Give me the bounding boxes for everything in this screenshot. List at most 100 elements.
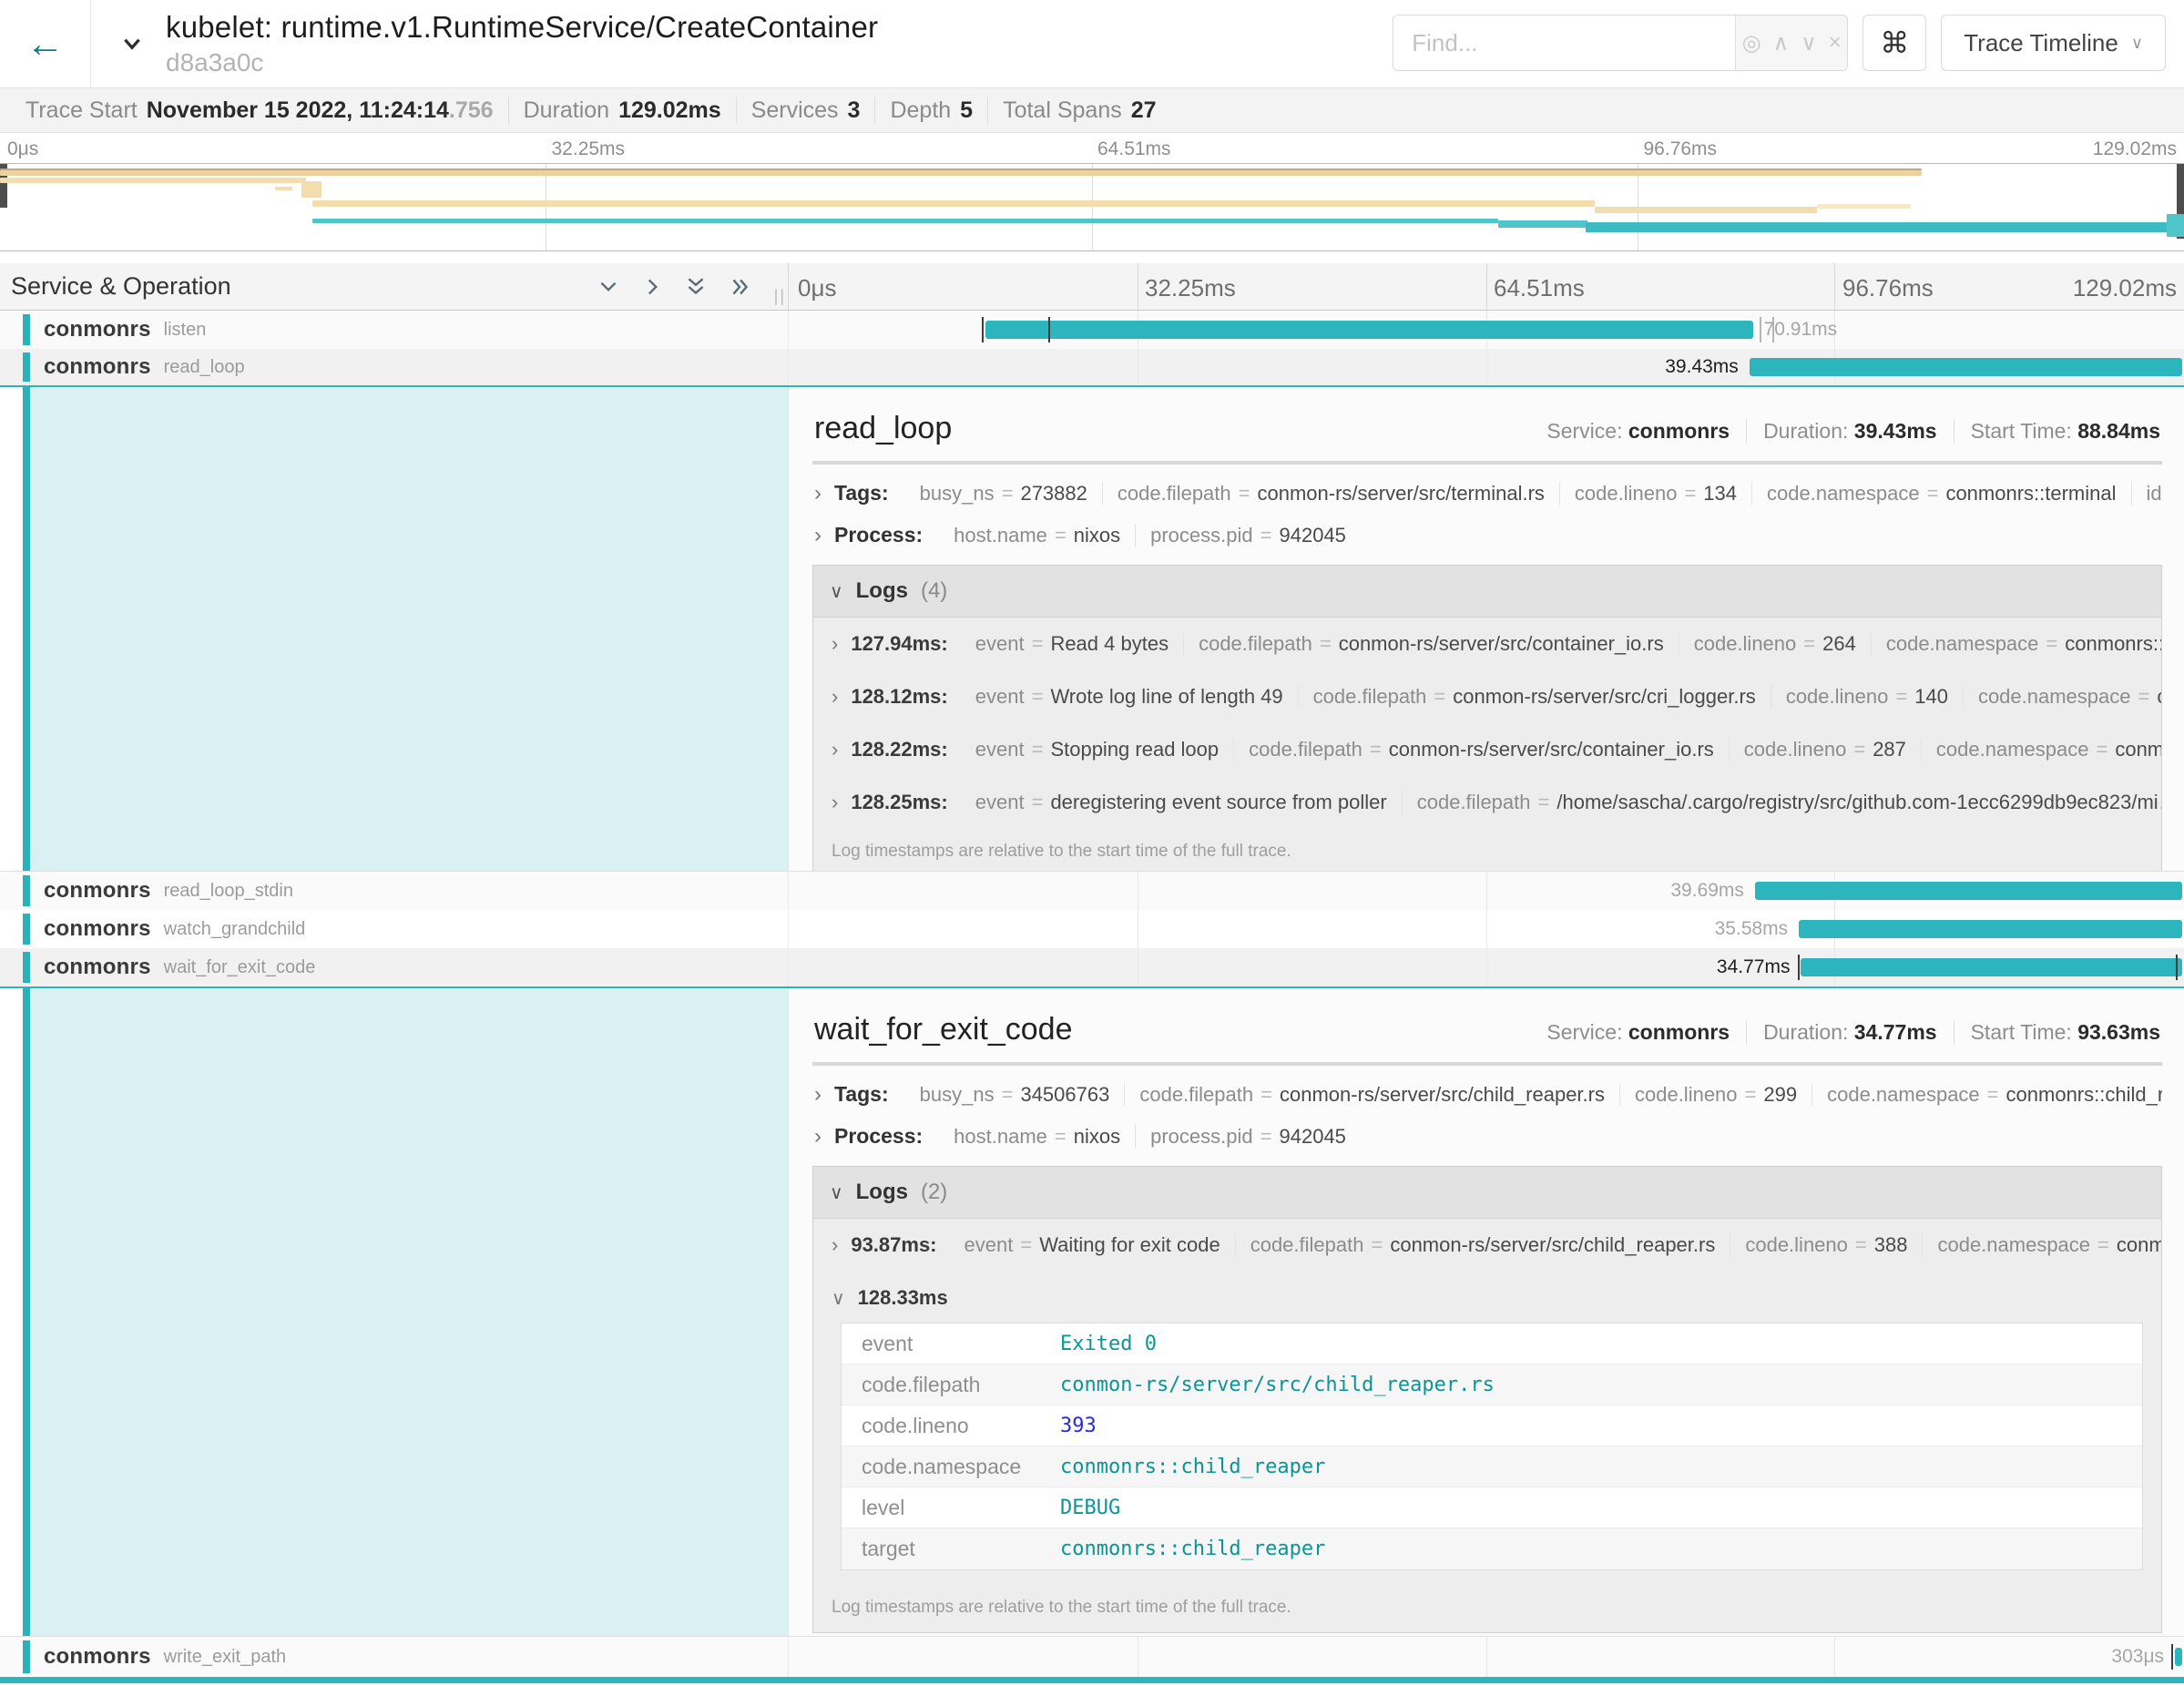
expand-one-icon[interactable] [640,275,664,299]
minimap-axis: 0μs 32.25ms 64.51ms 96.76ms 129.02ms [0,133,2184,163]
chevron-down-icon [830,578,843,604]
back-button[interactable]: ← [0,0,91,87]
span-label-watch-grandchild[interactable]: conmonrs watch_grandchild [0,910,789,948]
view-select-dropdown[interactable]: Trace Timeline ∨ [1941,15,2166,71]
service-color-bar [23,914,30,945]
service-color-bar [23,314,30,345]
expand-all-icon[interactable] [728,275,751,299]
log-entry[interactable]: 128.25ms: eventderegistering event sourc… [813,776,2161,829]
logs-section: Logs(2) 93.87ms: eventWaiting for exit c… [812,1166,2162,1633]
chevron-right-icon [832,738,838,761]
span-bar-read-loop-stdin[interactable]: 39.69ms [789,872,2184,910]
span-bar-listen[interactable]: 70.91ms [789,311,2184,349]
command-icon: ⌘ [1880,26,1909,60]
table-row: code.namespace conmonrs::child_reaper [842,1446,2142,1487]
service-name: conmonrs [44,1644,151,1670]
table-row: code.filepath conmon-rs/server/src/child… [842,1364,2142,1405]
trace-total-spans: Total Spans27 [988,97,1170,124]
trace-minimap[interactable] [0,163,2184,251]
detail-title: wait_for_exit_code [814,1012,1073,1047]
process-toggle[interactable]: Process: host.namenixos process.pid94204… [814,523,2162,548]
prev-result-icon[interactable]: ∧ [1773,30,1790,56]
trace-duration: Duration129.02ms [509,97,737,124]
chevron-right-icon [832,1233,838,1257]
span-label-write-exit-path[interactable]: conmonrs write_exit_path [0,1637,789,1677]
view-select-label: Trace Timeline [1964,29,2118,57]
tags-toggle[interactable]: Tags: busy_ns34506763 code.filepathconmo… [814,1082,2162,1108]
detail-title: read_loop [814,411,952,446]
table-row: code.lineno 393 [842,1405,2142,1446]
table-row: level DEBUG [842,1487,2142,1528]
chevron-down-icon [830,1180,843,1205]
chevron-right-icon [814,481,822,506]
service-name: conmonrs [44,878,151,904]
span-row-read-loop-stdin: conmonrs read_loop_stdin 39.69ms [0,872,2184,910]
log-entry[interactable]: 127.94ms: eventRead 4 bytes code.filepat… [813,618,2161,670]
find-input[interactable] [1393,15,1735,70]
process-toggle[interactable]: Process: host.namenixos process.pid94204… [814,1124,2162,1150]
chevron-down-icon [117,32,148,56]
trace-timeline-page: ← kubelet: runtime.v1.RuntimeService/Cre… [0,0,2184,1686]
span-label-read-loop-stdin[interactable]: conmonrs read_loop_stdin [0,872,789,910]
chevron-down-icon [832,1286,845,1310]
logs-footnote: Log timestamps are relative to the start… [813,829,2161,871]
trace-id-short: d8a3a0c [166,48,878,77]
span-row-wait-for-exit-code: conmonrs wait_for_exit_code 34.77ms [0,948,2184,988]
collapse-all-icon[interactable] [684,275,708,299]
chevron-right-icon [814,1082,822,1108]
column-resize-handle[interactable]: || [774,287,786,306]
logs-toggle[interactable]: Logs(2) [813,1167,2161,1219]
find-tools: ◎ ∧ ∨ × [1735,15,1847,70]
table-row: event Exited 0 [842,1323,2142,1364]
service-color-bar [23,1640,30,1673]
span-bar-wait-for-exit-code[interactable]: 34.77ms [789,948,2184,986]
log-entry[interactable]: 128.12ms: eventWrote log line of length … [813,670,2161,723]
log-entry-expanded[interactable]: 128.33ms [813,1272,2161,1313]
tags-toggle[interactable]: Tags: busy_ns273882 code.filepathconmon-… [814,481,2162,506]
span-label-wait-for-exit-code[interactable]: conmonrs wait_for_exit_code [0,948,789,986]
operation-name: read_loop_stdin [164,881,293,902]
timeline-grid-header: Service & Operation || 0μs 32.25ms 64.51… [0,263,2184,311]
span-detail-read-loop: read_loop Service: conmonrs Duration: 39… [0,387,2184,872]
service-color-bar [23,387,30,871]
log-entry[interactable]: 128.22ms: eventStopping read loop code.f… [813,723,2161,776]
timeline-axis: 0μs 32.25ms 64.51ms 96.76ms 129.02ms [789,263,2184,310]
trace-title-expander[interactable] [117,32,148,56]
service-color-bar [23,353,30,382]
operation-name: read_loop [164,357,245,378]
trace-start: Trace Start November 15 2022, 11:24:14.7… [11,97,509,124]
service-name: conmonrs [44,354,151,380]
expanded-span-highlight [30,387,788,871]
logs-section: Logs(4) 127.94ms: eventRead 4 bytes code… [812,565,2162,871]
span-bar-read-loop[interactable]: 39.43ms [789,349,2184,385]
span-label-read-loop[interactable]: conmonrs read_loop [0,349,789,385]
match-count-icon[interactable]: ◎ [1742,30,1761,56]
service-color-bar [23,988,30,1636]
next-result-icon[interactable]: ∨ [1801,30,1817,56]
log-entry[interactable]: 93.87ms: eventWaiting for exit code code… [813,1219,2161,1272]
operation-name: write_exit_path [164,1647,287,1668]
service-name: conmonrs [44,916,151,942]
detail-indent-gutter [0,988,789,1636]
span-row-read-loop: conmonrs read_loop 39.43ms [0,349,2184,387]
chevron-right-icon [832,632,838,656]
collapse-one-icon[interactable] [597,275,620,299]
log-fields-table: event Exited 0 code.filepath conmon-rs/s… [841,1323,2143,1570]
clear-search-icon[interactable]: × [1829,30,1842,56]
span-bar-watch-grandchild[interactable]: 35.58ms [789,910,2184,948]
span-detail-wait-for-exit-code: wait_for_exit_code Service: conmonrs Dur… [0,988,2184,1637]
span-bar-write-exit-path[interactable]: 303μs [789,1637,2184,1677]
keyboard-shortcuts-button[interactable]: ⌘ [1863,15,1926,71]
operation-name: wait_for_exit_code [164,957,316,978]
span-row-watch-grandchild: conmonrs watch_grandchild 35.58ms [0,910,2184,948]
next-expanded-row-edge [0,1677,2184,1683]
span-row-listen: conmonrs listen 70.91ms [0,311,2184,349]
chevron-right-icon [832,791,838,814]
logs-toggle[interactable]: Logs(4) [813,566,2161,618]
span-label-listen[interactable]: conmonrs listen [0,311,789,349]
trace-depth: Depth5 [875,97,988,124]
chevron-right-icon [814,1124,822,1150]
trace-title-block: kubelet: runtime.v1.RuntimeService/Creat… [166,10,878,77]
page-header: ← kubelet: runtime.v1.RuntimeService/Cre… [0,0,2184,87]
back-arrow-icon: ← [26,25,65,63]
